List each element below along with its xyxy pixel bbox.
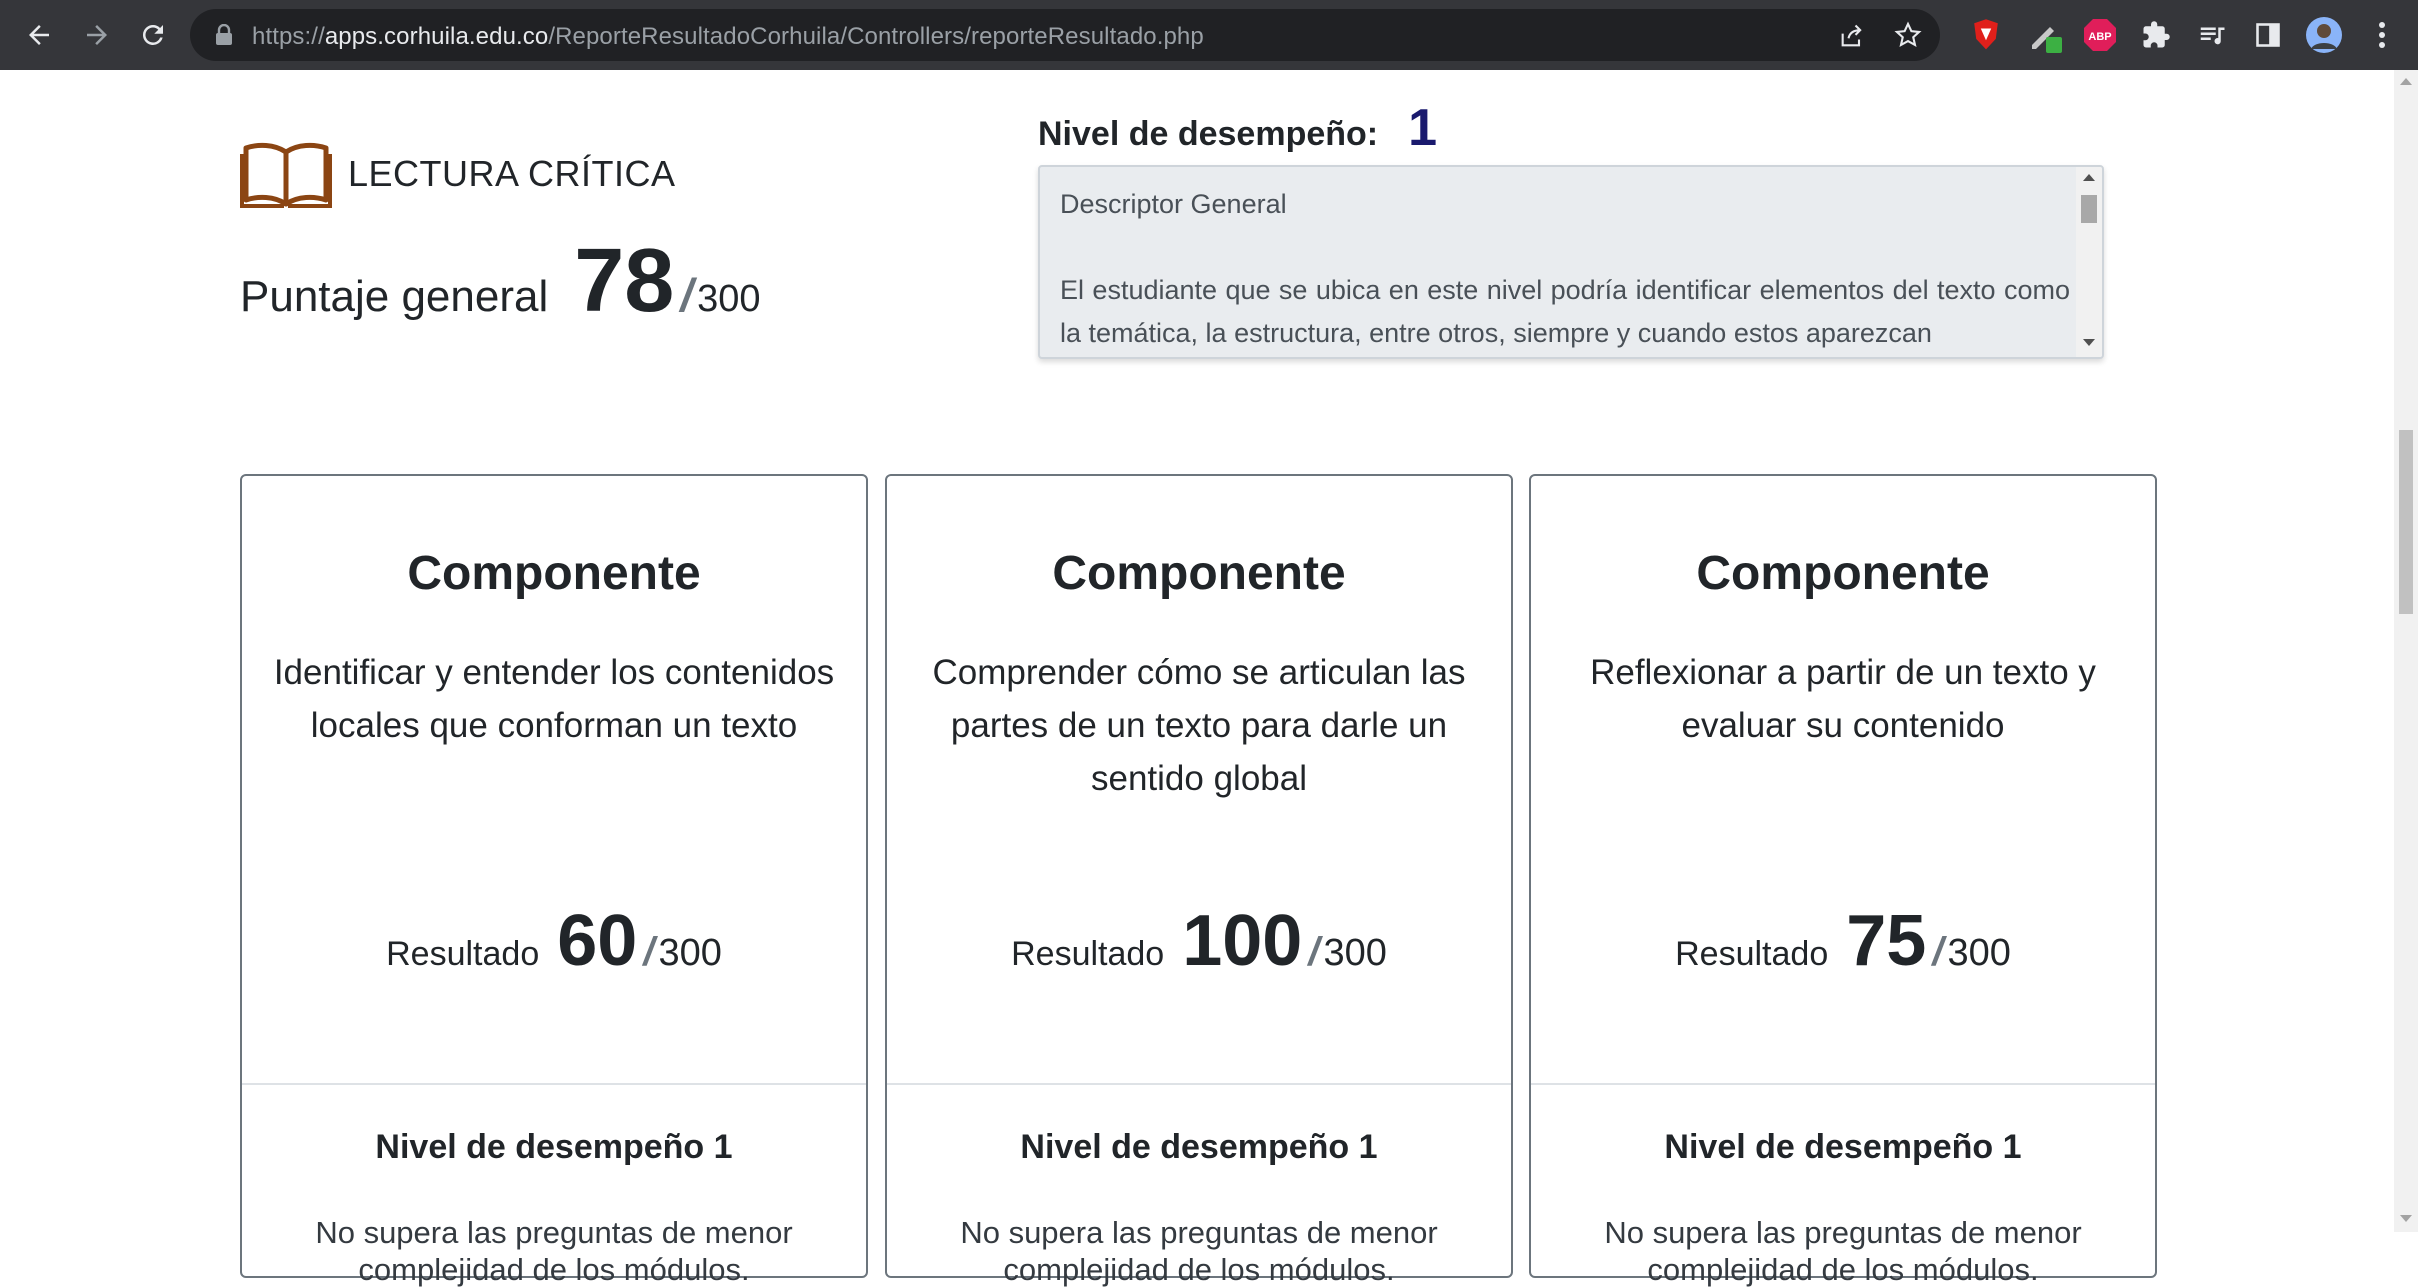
brave-extension[interactable] [1968,17,2004,53]
performance-level: Nivel de desempeño: 1 [1038,98,1437,158]
puzzle-icon [2143,21,2170,48]
url-path: /ReporteResultadoCorhuila/Controllers/re… [548,23,1204,50]
result-max: 300 [1323,932,1387,974]
descriptor-body: El estudiante que se ubica en este nivel… [1060,275,2070,348]
descriptor-title: Descriptor General [1060,189,1287,219]
result-label: Resultado [1011,935,1165,973]
profile-button[interactable] [2306,17,2342,53]
component-result: Resultado 100 / 300 [887,900,1511,982]
module-name: LECTURA CRÍTICA [348,153,676,194]
lock-icon [216,24,232,45]
component-result: Resultado 75 / 300 [1531,900,2155,982]
score-separator: / [643,930,655,974]
score-separator: / [1932,930,1944,974]
result-label: Resultado [1675,935,1829,973]
result-value: 60 [557,901,638,981]
page-scroll-up-arrow[interactable] [2400,78,2412,85]
forward-button[interactable] [76,14,118,56]
descriptor-textarea[interactable]: Descriptor General El estudiante que se … [1038,165,2104,359]
adblock-extension[interactable]: ABP [2082,17,2118,53]
bookmark-star-icon[interactable] [1894,21,1922,49]
svg-text:ABP: ABP [2088,31,2111,43]
component-result: Resultado 60 / 300 [242,900,866,982]
pen-extension[interactable] [2028,17,2064,53]
component-title: Componente [1052,547,1346,600]
arrow-left-icon [29,25,49,45]
component-level-title: Nivel de desempeño 1 [375,1128,733,1166]
arrow-right-icon [87,25,107,45]
report-page: LECTURA CRÍTICA Puntaje general 78 / 300… [0,70,2394,1287]
card-divider [1531,1083,2155,1085]
page-scroll-down-arrow[interactable] [2400,1215,2412,1222]
extensions-button[interactable] [2138,17,2174,53]
side-panel-icon [2256,23,2280,47]
side-panel-button[interactable] [2250,17,2286,53]
general-score-label: Puntaje general [240,272,549,321]
general-score: Puntaje general 78 / 300 [240,230,761,333]
card-divider [242,1083,866,1085]
component-level-title: Nivel de desempeño 1 [1664,1128,2022,1166]
performance-level-value: 1 [1408,99,1438,157]
adblock-icon: ABP [2084,19,2116,51]
general-score-value: 78 [574,231,675,331]
result-max: 300 [658,932,722,974]
descriptor-scrollbar[interactable] [2076,167,2102,357]
component-title: Componente [1696,547,1990,600]
browser-menu-button[interactable] [2370,17,2394,53]
component-level-note: No supera las preguntas de menor complej… [960,1215,1438,1287]
pen-extension-icon [2032,27,2062,53]
url-text[interactable]: https://apps.corhuila.edu.co/ReporteResu… [252,23,1204,51]
media-controls-button[interactable] [2194,17,2230,53]
component-title: Componente [407,547,701,600]
page-scroll-thumb[interactable] [2399,430,2413,614]
descriptor-scroll-thumb[interactable] [2081,195,2097,223]
score-separator: / [680,269,694,321]
result-max: 300 [1947,932,2011,974]
component-card-2: Componente Comprender cómo se articulan … [885,474,1513,1287]
back-button[interactable] [18,14,60,56]
performance-level-label: Nivel de desempeño: [1038,115,1379,153]
result-value: 100 [1182,901,1303,981]
reload-icon [142,24,163,45]
component-level-title: Nivel de desempeño 1 [1020,1128,1378,1166]
scroll-down-arrow[interactable] [2083,339,2095,346]
component-description: Reflexionar a partir de un texto y evalu… [1590,653,2096,745]
component-card-3: Componente Reflexionar a partir de un te… [1529,474,2157,1287]
result-label: Resultado [386,935,540,973]
page-scrollbar[interactable] [2394,70,2418,1232]
reload-button[interactable] [132,14,174,56]
component-level-note: No supera las preguntas de menor complej… [1604,1215,2082,1287]
general-score-max: 300 [697,278,761,320]
module-header: LECTURA CRÍTICA [240,140,676,208]
address-bar[interactable]: https://apps.corhuila.edu.co/ReporteResu… [190,9,1940,61]
url-scheme: https:// [252,23,325,50]
component-description: Identificar y entender los contenidos lo… [273,653,835,745]
result-value: 75 [1846,901,1927,981]
component-description: Comprender cómo se articulan las partes … [932,653,1466,798]
brave-shield-icon [1974,19,1998,50]
component-level-note: No supera las preguntas de menor complej… [315,1215,793,1287]
card-divider [887,1083,1511,1085]
scroll-up-arrow[interactable] [2083,174,2095,181]
media-list-icon [2200,27,2225,45]
score-separator: / [1308,930,1320,974]
share-icon[interactable] [1838,22,1866,50]
component-card-1: Componente Identificar y entender los co… [240,474,868,1287]
browser-toolbar: https://apps.corhuila.edu.co/ReporteResu… [0,0,2418,70]
profile-avatar [2306,17,2342,53]
open-book-icon [240,142,332,208]
url-host: apps.corhuila.edu.co [324,23,549,50]
menu-icon [2379,22,2385,48]
